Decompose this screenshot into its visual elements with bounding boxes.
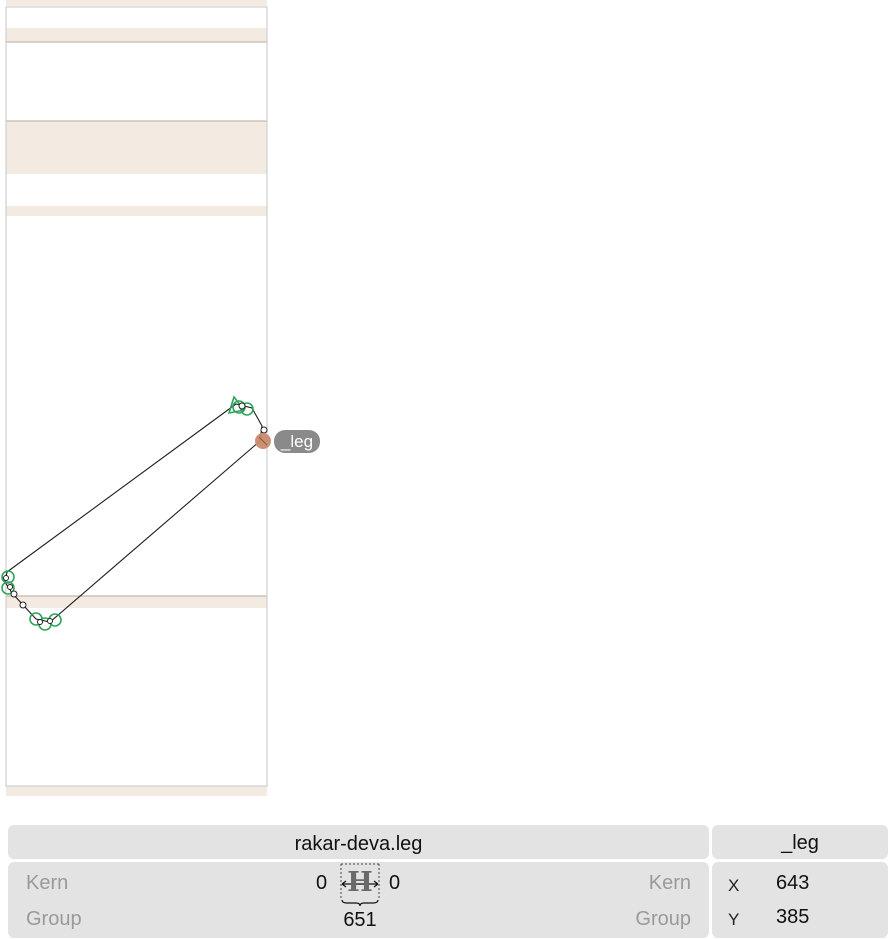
baseline-zone [6, 596, 267, 608]
top-overshoot-zone [6, 0, 267, 6]
anchor-leg[interactable]: _leg [255, 430, 320, 453]
anchor-label: _leg [280, 432, 313, 451]
left-group-label: Group [26, 908, 82, 930]
right-group-label: Group [635, 908, 691, 930]
anchor-coordinates-panel: X 643 Y 385 [712, 862, 888, 938]
glyph-name-bar[interactable]: rakar-deva.leg [8, 825, 709, 859]
width-brace-icon [341, 899, 379, 906]
x-height-zone [6, 206, 267, 216]
off-curve-handles[interactable] [3, 402, 268, 625]
anchor-x-value[interactable]: 643 [776, 872, 809, 895]
anchor-name[interactable]: _leg [712, 832, 888, 855]
preview-glyph: H [347, 867, 373, 898]
left-kern-label: Kern [26, 872, 69, 894]
glyph-canvas[interactable]: _leg [0, 0, 888, 810]
anchor-name-bar[interactable]: _leg [712, 825, 888, 859]
glyph-outline[interactable] [4, 403, 263, 623]
left-sidebearing-value[interactable]: 0 [316, 872, 327, 895]
node-left[interactable] [1, 570, 15, 595]
glyph-name[interactable]: rakar-deva.leg [8, 833, 709, 856]
right-kern-label: Kern [648, 872, 691, 894]
anchor-x-label: X [728, 876, 740, 895]
right-sidebearing-value[interactable]: 0 [389, 872, 400, 895]
anchor-y-label: Y [728, 910, 740, 929]
ascender-zone [6, 28, 267, 42]
metrics-panel: Kern Group Kern Group 0 H 0 651 [8, 862, 709, 938]
glyph-width-value[interactable]: 651 [330, 909, 390, 932]
descender-zone [6, 786, 267, 796]
metrics-preview: H [339, 862, 381, 906]
cap-height-zone [6, 121, 267, 174]
anchor-y-value[interactable]: 385 [776, 906, 809, 929]
